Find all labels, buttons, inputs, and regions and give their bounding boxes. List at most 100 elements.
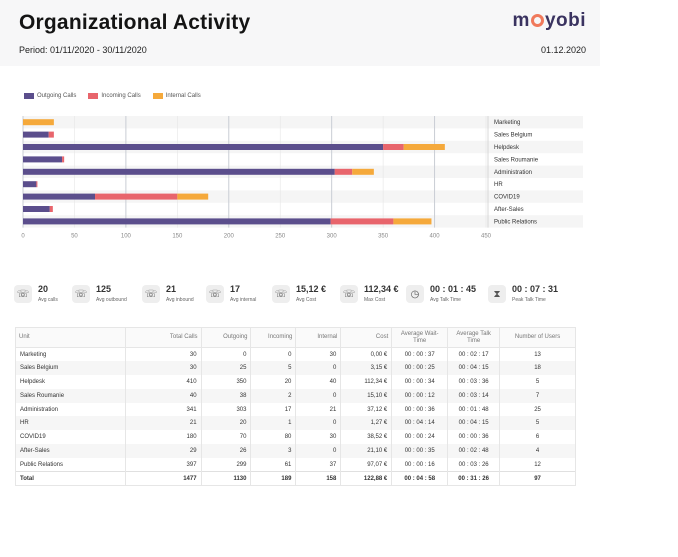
table-row: Administration 341 303 17 21 37,12 €00 : 00 :… (15, 402, 576, 417)
table-cell: 00 : 00 : 36 (447, 430, 501, 445)
column-header[interactable]: Number of Users (499, 327, 576, 348)
table-cell: 0,00 € (340, 347, 393, 362)
table-cell: 303 (200, 402, 252, 417)
table-cell: 00 : 00 : 25 (391, 361, 449, 376)
table-cell: 21 (295, 402, 342, 417)
clock-icon: ◷ (406, 285, 424, 303)
stats-row: ☏ 20 Avg calls ☏ 125 Avg outbound ☏ 21 Avg inbou… (14, 284, 594, 308)
table-cell: 7 (499, 388, 576, 403)
column-header[interactable]: Outgoing (200, 327, 252, 348)
column-header[interactable]: Internal (295, 327, 342, 348)
bar-internal (403, 144, 445, 150)
table-cell: 30 (295, 430, 342, 445)
table-cell: 0 (295, 444, 342, 458)
column-header[interactable]: Cost (340, 327, 393, 348)
phone-outgoing-icon: ☏ (72, 285, 90, 303)
table-cell: 30 (124, 347, 202, 362)
table-cell: Public Relations (15, 457, 126, 472)
table-cell: 189 (250, 471, 297, 486)
table-cell: 112,34 € (340, 375, 393, 389)
bar-outgoing (23, 193, 96, 200)
table-cell: 397 (124, 457, 202, 472)
chart-legend: Outgoing Calls Incoming Calls Internal C… (24, 93, 201, 99)
table-cell: 00 : 03 : 36 (447, 375, 501, 389)
legend-item-outgoing[interactable]: Outgoing Calls (24, 93, 76, 99)
column-header[interactable]: Average Talk Time (447, 327, 501, 348)
bar-incoming (383, 144, 404, 150)
table-row: COVID19 180 70 80 30 38,52 €00 : 00 : 24 00 : … (15, 430, 576, 445)
table-row: After-Sales 29 26 3 0 21,10 €00 : 00 : 35 00 :… (15, 444, 576, 458)
bar-incoming (95, 193, 178, 200)
legend-item-incoming[interactable]: Incoming Calls (88, 93, 141, 99)
table-cell: 61 (250, 457, 297, 472)
table-cell: 350 (200, 375, 252, 389)
table-cell: 00 : 04 : 58 (391, 471, 449, 486)
table-cell: 20 (200, 416, 252, 431)
stat-value: 17 (230, 284, 241, 294)
table-row: Public Relations 397 299 61 37 97,07 €00 : 00… (15, 457, 576, 472)
table-cell: 00 : 00 : 24 (391, 430, 449, 445)
table-cell: 3,15 € (340, 361, 393, 376)
page-title: Organizational Activity (19, 11, 251, 34)
table-cell: 341 (124, 402, 202, 417)
logo-text-left: m (512, 10, 530, 31)
stat-label: Avg Talk Time (430, 297, 461, 303)
table-cell: 4 (499, 444, 576, 458)
table-cell: 30 (295, 347, 342, 362)
table-row: HR 21 20 1 0 1,27 €00 : 04 : 14 00 : 04 : 15 5 (15, 416, 576, 431)
stat-label: Max Cost (364, 297, 386, 303)
bar-internal (23, 119, 54, 126)
stat-label: Avg calls (38, 297, 58, 303)
phone-internal-icon: ☏ (206, 285, 224, 303)
table-cell: 12 (499, 457, 576, 472)
stat-label: Avg internal (230, 297, 257, 303)
stat-value: 125 (96, 284, 112, 294)
legend-label-outgoing: Outgoing Calls (37, 93, 77, 99)
table-cell: 00 : 00 : 16 (391, 457, 449, 472)
column-header[interactable]: Average Wait-Time (391, 327, 449, 348)
table-cell: 2 (250, 388, 297, 403)
report-header: Organizational Activity Period: 01/11/20… (0, 0, 600, 66)
table-cell: COVID19 (15, 430, 126, 445)
table-cell: Total (15, 471, 126, 486)
x-tick-label: 150 (172, 234, 183, 240)
x-tick-label: 0 (21, 234, 25, 240)
table-cell: 37 (295, 457, 342, 472)
table-row: Helpdesk 410 350 20 40 112,34 €00 : 00 : 34 00… (15, 375, 576, 389)
x-tick-label: 250 (275, 234, 286, 240)
table-cell: 1 (250, 416, 297, 431)
category-label: Public Relations (494, 219, 537, 225)
column-header[interactable]: Unit (15, 327, 126, 348)
table-cell: 40 (124, 388, 202, 403)
table-cell: After-Sales (15, 444, 126, 458)
unit-table: Unit Total Calls Outgoing Incoming Internal C… (15, 327, 576, 486)
moyobi-logo: m yobi (513, 10, 586, 32)
table-cell: 25 (200, 361, 252, 376)
bar-internal (177, 193, 209, 200)
table-cell: 5 (499, 416, 576, 431)
legend-label-incoming: Incoming Calls (101, 93, 141, 99)
table-cell: 21,10 € (340, 444, 393, 458)
stat-value: 00 : 07 : 31 (512, 284, 559, 294)
category-label: Marketing (494, 120, 520, 126)
stat-label: Avg outbound (96, 297, 127, 303)
stat-value: 20 (38, 284, 49, 294)
stat-label: Avg inbound (166, 297, 194, 303)
x-tick-label: 450 (481, 234, 492, 240)
cost-icon: ☏ (272, 285, 290, 303)
calls-bar-chart: 0 50 100 150 200 250 300 350 400 450 Marketing Sale… (21, 116, 583, 240)
table-cell: 180 (124, 430, 202, 445)
bar-internal (352, 168, 374, 175)
column-header[interactable]: Total Calls (124, 327, 202, 348)
legend-item-internal[interactable]: Internal Calls (152, 93, 201, 99)
table-cell: 80 (250, 430, 297, 445)
table-cell: 15,10 € (340, 388, 393, 403)
logo-ring-icon (530, 14, 544, 27)
table-cell: 3 (250, 444, 297, 458)
column-header[interactable]: Incoming (250, 327, 297, 348)
hourglass-icon: ⧗ (488, 285, 506, 303)
legend-swatch-internal (152, 93, 163, 99)
category-label: HR (494, 182, 503, 188)
table-header-row: Unit Total Calls Outgoing Incoming Internal C… (15, 327, 576, 348)
table-cell: 00 : 31 : 26 (447, 471, 501, 486)
